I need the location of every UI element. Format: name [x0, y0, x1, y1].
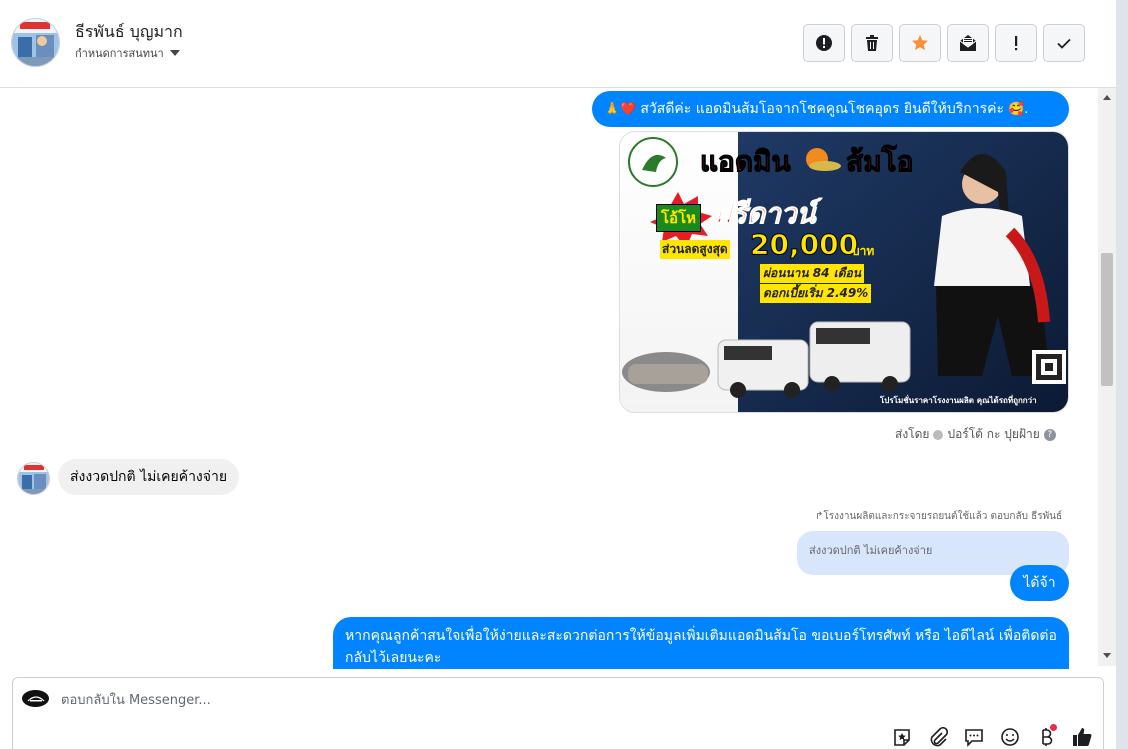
sender-avatar-icon: [933, 429, 944, 440]
help-icon[interactable]: ?: [1043, 428, 1056, 441]
star-icon: [912, 35, 928, 51]
saved-reply-icon: [965, 729, 983, 747]
promo-installment: ผ่อนนาน 84 เดือน: [760, 264, 864, 283]
composer-actions: [891, 724, 1093, 748]
contact-name: ธีรพันธ์ บุญมาก: [75, 22, 183, 41]
page-logo-icon: [22, 690, 49, 707]
window-scrollbar[interactable]: [1116, 0, 1128, 749]
mark-unread-button[interactable]: [947, 24, 989, 62]
message-text: สวัสดีค่ะ แอดมินส้มโอจากโชคคูณโชคอุดร ยิ…: [640, 101, 1004, 117]
sent-by-prefix: ส่งโดย: [895, 427, 930, 441]
mail-open-icon: [959, 35, 977, 51]
promo-image-attachment[interactable]: แอดมิน ส้มโอ โอ้โห ฟรีดาวน์ ส่วนลดสูงสุด…: [619, 131, 1069, 413]
promo-interest: ดอกเบี้ยเริ่ม 2.49%: [760, 284, 872, 303]
promo-title-admin: แอดมิน: [700, 145, 792, 179]
mark-spam-button[interactable]: [803, 24, 845, 62]
emoji-button[interactable]: [999, 726, 1021, 748]
star-button[interactable]: [899, 24, 941, 62]
smiling-hearts-emoji: 🥰.: [1008, 101, 1029, 117]
outgoing-message-greeting[interactable]: 🙏❤️ สวัสดีค่ะ แอดมินส้มโอจากโชคคูณโชคอุด…: [592, 91, 1069, 127]
attachment-icon: [930, 727, 948, 747]
attach-button[interactable]: [927, 726, 949, 748]
reply-input[interactable]: [61, 688, 861, 712]
promo-discount-amount: 20,000: [749, 228, 859, 262]
alert-circle-icon: [816, 35, 832, 51]
schedule-label: กำหนดการสนทนา: [75, 47, 164, 60]
message-text: ส่งงวดปกติ ไม่เคยค้างจ่าย: [70, 469, 228, 485]
like-button[interactable]: [1071, 726, 1093, 748]
outgoing-message-reply[interactable]: ได้จ้า: [1010, 565, 1069, 601]
mark-done-button[interactable]: [1043, 24, 1085, 62]
caret-down-icon: [169, 50, 180, 56]
sent-by-label: ส่งโดย ปอร์โต้ กะ ปุยฝ้าย ?: [895, 425, 1056, 444]
like-icon: [1073, 728, 1092, 746]
promo-footer: โปรโมชั่นราคาโรงงานผลิต คุณได้รถที่ถูกกว…: [880, 396, 1037, 405]
notification-dot: [1050, 724, 1057, 731]
pray-heart-emoji: 🙏❤️: [604, 101, 637, 117]
sticker-icon: [894, 729, 910, 746]
conversation-schedule-menu[interactable]: กำหนดการสนทนา: [75, 44, 180, 62]
sticker-button[interactable]: [891, 726, 913, 748]
check-icon: [1057, 38, 1071, 49]
reply-note: ↱โรงงานผลิตและกระจายรถยนต์ใช้แล้ว ตอบกลั…: [815, 511, 1063, 522]
message-text: ได้จ้า: [1023, 575, 1056, 591]
scroll-up-arrow-icon[interactable]: [1100, 90, 1114, 104]
payment-button[interactable]: [1035, 724, 1057, 748]
delete-button[interactable]: [851, 24, 893, 62]
incoming-message[interactable]: ส่งงวดปกติ ไม่เคยค้างจ่าย: [58, 459, 240, 495]
message-composer: [12, 677, 1104, 749]
exclamation-icon: [1015, 36, 1018, 51]
trash-icon: [866, 35, 878, 51]
contact-avatar[interactable]: [11, 18, 60, 67]
contact-avatar-small[interactable]: [17, 462, 50, 495]
saved-replies-button[interactable]: [963, 726, 985, 748]
promo-discount-label: ส่วนลดสูงสุด: [660, 240, 730, 259]
outgoing-message-contact-request[interactable]: หากคุณลูกค้าสนใจเพื่อให้ง่ายและสะดวกต่อก…: [333, 617, 1069, 669]
conversation-toolbar: [803, 24, 1085, 62]
scroll-down-arrow-icon[interactable]: [1100, 648, 1114, 662]
promo-badge: โอ้โห: [656, 204, 702, 232]
promo-title-name: ส้มโอ: [845, 145, 914, 179]
messages-scrollbar-thumb[interactable]: [1101, 253, 1113, 386]
emoji-icon: [1001, 728, 1019, 746]
flag-button[interactable]: [995, 24, 1037, 62]
quoted-text: ส่งงวดปกติ ไม่เคยค้างจ่าย: [809, 544, 933, 557]
conversation-header: ธีรพันธ์ บุญมาก กำหนดการสนทนา: [0, 0, 1116, 88]
sender-name[interactable]: ปอร์โต้ กะ ปุยฝ้าย: [947, 425, 1039, 444]
promo-discount-unit: บาท: [852, 244, 875, 258]
message-text: หากคุณลูกค้าสนใจเพื่อให้ง่ายและสะดวกต่อก…: [345, 628, 1057, 666]
